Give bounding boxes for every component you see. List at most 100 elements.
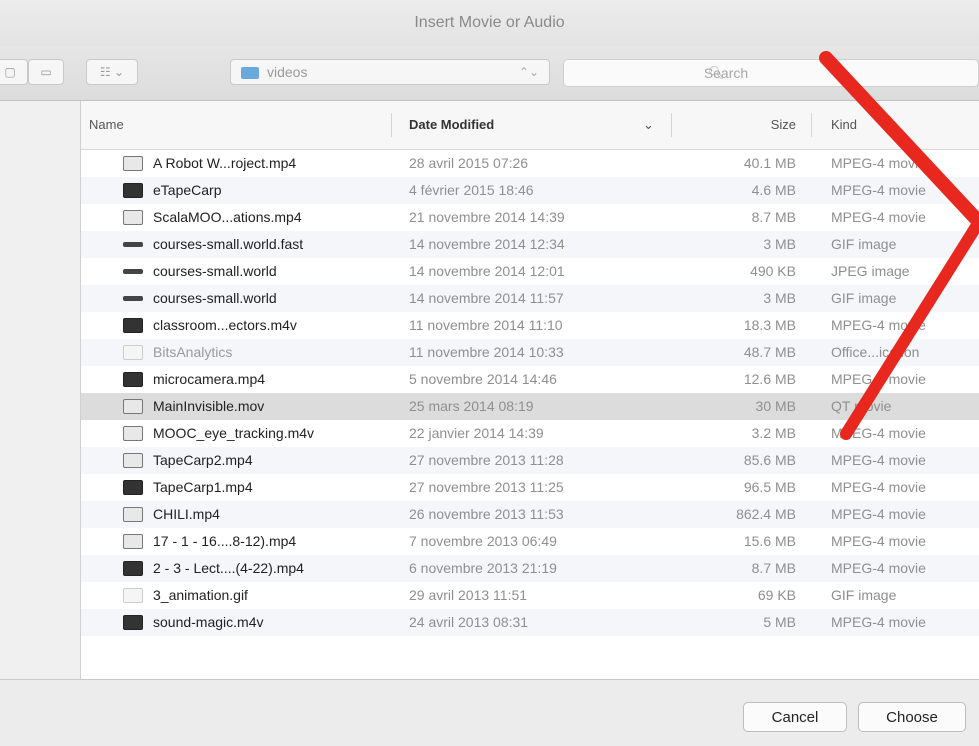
file-size: 48.7 MB <box>743 344 796 360</box>
file-row[interactable]: sound-magic.m4v 24 avril 2013 08:31 5 MB MP… <box>81 609 979 636</box>
choose-button[interactable]: Choose <box>858 702 966 732</box>
view-icons-button[interactable]: ▢ <box>0 59 28 85</box>
file-size: 85.6 MB <box>743 452 796 468</box>
movie-file-icon <box>123 210 143 225</box>
search-icon: 🔍︎ <box>708 65 725 80</box>
file-kind: GIF image <box>831 587 897 603</box>
file-row[interactable]: TapeCarp1.mp4 27 novembre 2013 11:25 96.5 … <box>81 474 979 501</box>
file-size: 8.7 MB <box>751 560 796 576</box>
column-divider[interactable] <box>671 113 672 137</box>
file-row[interactable]: courses-small.world 14 novembre 2014 12:0… <box>81 258 979 285</box>
file-date: 14 novembre 2014 12:34 <box>409 236 565 252</box>
cancel-button[interactable]: Cancel <box>743 702 847 732</box>
column-divider[interactable] <box>811 113 812 137</box>
file-date: 27 novembre 2013 11:28 <box>409 452 564 468</box>
file-row[interactable]: 17 - 1 - 16....8-12).mp4 7 novembre 2013 … <box>81 528 979 555</box>
file-row[interactable]: A Robot W...roject.mp4 28 avril 2015 07:2… <box>81 150 979 177</box>
file-size: 30 MB <box>755 398 796 414</box>
file-row[interactable]: ScalaMOO...ations.mp4 21 novembre 2014 14… <box>81 204 979 231</box>
file-size: 69 KB <box>757 587 796 603</box>
file-size: 5 MB <box>763 614 796 630</box>
image-strip-icon <box>123 269 143 274</box>
sort-chevron-icon[interactable]: ⌄ <box>643 101 663 149</box>
file-name: MOOC_eye_tracking.m4v <box>153 425 315 441</box>
file-name: courses-small.world.fast <box>153 236 304 252</box>
dialog-footer: Cancel Choose <box>0 679 979 746</box>
file-date: 24 avril 2013 08:31 <box>409 614 529 630</box>
chevron-updown-icon: ⌃⌄ <box>518 65 539 79</box>
file-size: 12.6 MB <box>743 371 796 387</box>
file-kind: MPEG-4 movie <box>831 155 926 171</box>
location-popup[interactable]: videos ⌃⌄ <box>230 59 550 85</box>
file-size: 18.3 MB <box>743 317 796 333</box>
arrange-label: ☷ ⌄ <box>99 65 125 79</box>
file-kind: GIF image <box>831 236 897 252</box>
file-list: Name Date Modified ⌄ Size Kind A Robot W… <box>81 101 979 679</box>
file-name: CHILI.mp4 <box>153 506 220 522</box>
movie-file-icon <box>123 399 143 414</box>
file-row[interactable]: CHILI.mp4 26 novembre 2013 11:53 862.4 MB M… <box>81 501 979 528</box>
file-row[interactable]: BitsAnalytics 11 novembre 2014 10:33 48.7 … <box>81 339 979 366</box>
column-divider[interactable] <box>391 113 392 137</box>
file-date: 25 mars 2014 08:19 <box>409 398 534 414</box>
file-kind: MPEG-4 movie <box>831 533 926 549</box>
file-kind: Office...ication <box>831 344 920 360</box>
window-title: Insert Movie or Audio <box>0 0 979 46</box>
file-kind: MPEG-4 movie <box>831 614 926 630</box>
toolbar: ▢ ▭ ☷ ⌄ videos ⌃⌄ 🔍︎ <box>0 46 979 101</box>
file-kind: MPEG-4 movie <box>831 317 926 333</box>
column-kind[interactable]: Kind <box>831 101 971 149</box>
movie-thumbnail-icon <box>123 372 143 387</box>
file-date: 11 novembre 2014 10:33 <box>409 344 564 360</box>
column-date-modified[interactable]: Date Modified <box>409 101 639 149</box>
file-size: 15.6 MB <box>743 533 796 549</box>
file-row[interactable]: courses-small.world.fast 14 novembre 2014… <box>81 231 979 258</box>
file-size: 40.1 MB <box>743 155 796 171</box>
view-columns-icon: ▭ <box>40 65 52 79</box>
file-kind: MPEG-4 movie <box>831 425 926 441</box>
gif-file-icon <box>123 588 143 603</box>
file-date: 7 novembre 2013 06:49 <box>409 533 557 549</box>
file-size: 3.2 MB <box>751 425 796 441</box>
movie-thumbnail-icon <box>123 480 143 495</box>
file-date: 14 novembre 2014 11:57 <box>409 290 564 306</box>
file-row[interactable]: 2 - 3 - Lect....(4-22).mp4 6 novembre 201… <box>81 555 979 582</box>
file-kind: MPEG-4 movie <box>831 209 926 225</box>
location-label: videos <box>267 64 308 80</box>
file-size: 862.4 MB <box>736 506 796 522</box>
file-date: 5 novembre 2014 14:46 <box>409 371 557 387</box>
file-row[interactable]: microcamera.mp4 5 novembre 2014 14:46 12.6… <box>81 366 979 393</box>
file-date: 4 février 2015 18:46 <box>409 182 534 198</box>
file-row[interactable]: MOOC_eye_tracking.m4v 22 janvier 2014 14:… <box>81 420 979 447</box>
file-row[interactable]: 3_animation.gif 29 avril 2013 11:51 69 KB G… <box>81 582 979 609</box>
file-row[interactable]: MainInvisible.mov 25 mars 2014 08:19 30 MB… <box>81 393 979 420</box>
column-name[interactable]: Name <box>89 101 389 149</box>
movie-file-icon <box>123 453 143 468</box>
arrange-button[interactable]: ☷ ⌄ <box>86 59 138 85</box>
file-name: TapeCarp2.mp4 <box>153 452 253 468</box>
file-row[interactable]: classroom...ectors.m4v 11 novembre 2014 1… <box>81 312 979 339</box>
column-size[interactable]: Size <box>681 101 796 149</box>
file-kind: MPEG-4 movie <box>831 371 926 387</box>
file-kind: MPEG-4 movie <box>831 479 926 495</box>
file-date: 26 novembre 2013 11:53 <box>409 506 564 522</box>
file-name: TapeCarp1.mp4 <box>153 479 253 495</box>
file-name: eTapeCarp <box>153 182 222 198</box>
file-name: sound-magic.m4v <box>153 614 264 630</box>
file-size: 8.7 MB <box>751 209 796 225</box>
file-name: microcamera.mp4 <box>153 371 266 387</box>
sidebar <box>0 101 81 679</box>
movie-thumbnail-icon <box>123 561 143 576</box>
file-size: 490 KB <box>750 263 796 279</box>
search-input[interactable] <box>563 59 979 87</box>
file-row[interactable]: eTapeCarp 4 février 2015 18:46 4.6 MB MPEG-… <box>81 177 979 204</box>
file-row[interactable]: TapeCarp2.mp4 27 novembre 2013 11:28 85.6 … <box>81 447 979 474</box>
movie-file-icon <box>123 534 143 549</box>
view-list-button[interactable]: ▭ <box>28 59 64 85</box>
file-row[interactable]: courses-small.world 14 novembre 2014 11:5… <box>81 285 979 312</box>
file-name: ScalaMOO...ations.mp4 <box>153 209 302 225</box>
image-strip-icon <box>123 296 143 301</box>
file-kind: MPEG-4 movie <box>831 182 926 198</box>
file-date: 27 novembre 2013 11:25 <box>409 479 564 495</box>
file-kind: MPEG-4 movie <box>831 560 926 576</box>
